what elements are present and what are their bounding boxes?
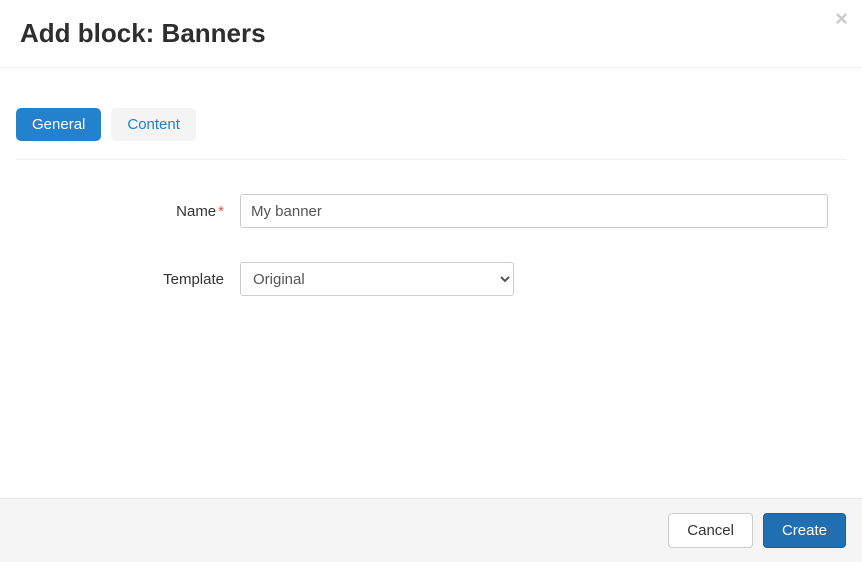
- dialog-body: General Content Name* Template Original: [0, 68, 862, 350]
- tab-general[interactable]: General: [16, 108, 101, 141]
- template-select[interactable]: Original: [240, 262, 514, 296]
- name-label: Name*: [16, 203, 240, 220]
- dialog-title: Add block: Banners: [20, 18, 842, 49]
- form-row-name: Name*: [16, 194, 846, 228]
- name-label-text: Name: [176, 203, 216, 220]
- form-row-template: Template Original: [16, 262, 846, 296]
- form: Name* Template Original: [16, 160, 846, 296]
- close-icon[interactable]: ×: [835, 8, 848, 30]
- dialog-footer: Cancel Create: [0, 498, 862, 562]
- create-button[interactable]: Create: [763, 513, 846, 548]
- cancel-button[interactable]: Cancel: [668, 513, 753, 548]
- template-label: Template: [16, 271, 240, 288]
- name-input[interactable]: [240, 194, 828, 228]
- required-asterisk-icon: *: [218, 203, 224, 220]
- tab-content[interactable]: Content: [111, 108, 196, 141]
- tabs: General Content: [16, 108, 846, 160]
- dialog-header: Add block: Banners ×: [0, 0, 862, 68]
